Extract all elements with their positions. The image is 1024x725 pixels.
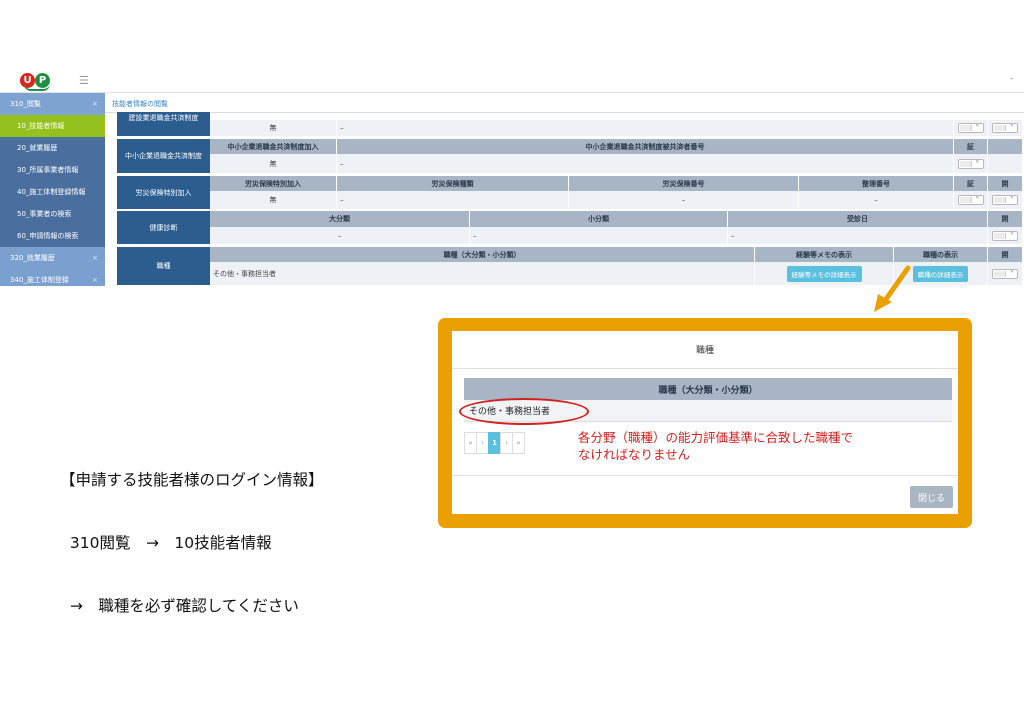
row-label: 労災保険特別加入 — [117, 176, 210, 209]
modal-title: 職種 — [452, 331, 958, 369]
column-header: 中小企業退職金共済制度被共済者番号 — [337, 139, 954, 154]
column-header: 職種の表示 — [894, 247, 988, 262]
toggle-cell — [954, 154, 988, 173]
column-header: 開 — [988, 176, 1023, 191]
toggle-switch[interactable] — [957, 158, 984, 169]
warning-note: 各分野（職種）の能力評価基準に合致した職種で なければなりません — [578, 430, 854, 462]
sidebar-group-label: 310_閲覧 — [10, 100, 41, 108]
logo-swoosh — [24, 84, 50, 91]
collapse-icon[interactable]: × — [92, 269, 98, 286]
occupation-value: その他・事務担当者 — [210, 262, 755, 285]
column-header: 中小企業退職金共済制度加入 — [210, 139, 337, 154]
cell-value: – — [799, 191, 954, 209]
sidebar-group-310[interactable]: 310_閲覧 × — [0, 93, 105, 115]
instruction-line-1: 【申請する技能者様のログイン情報】 — [60, 471, 324, 489]
column-header — [988, 139, 1023, 154]
close-button[interactable]: 閉じる — [910, 486, 953, 508]
sidebar-group-label: 320_就業履歴 — [10, 254, 55, 262]
cell-value: 無 — [210, 191, 337, 209]
sidebar-group-320[interactable]: 320_就業履歴 × — [0, 247, 105, 269]
modal-column-header: 職種（大分類・小分類） — [464, 378, 952, 400]
occupation-modal: 職種 職種（大分類・小分類） その他・事務担当者 « ‹ 1 › » 各分野（職… — [452, 331, 958, 514]
row-retirement-construction: 建設業退職金共済制度 無 – — [117, 112, 1023, 136]
sidebar-item-30[interactable]: 30_所属事業者情報 — [0, 159, 105, 181]
pager-last[interactable]: » — [512, 432, 525, 454]
cell-value: – — [569, 191, 799, 209]
toggle-switch[interactable] — [957, 195, 984, 205]
toggle-cell — [954, 120, 988, 136]
column-header: 証 — [954, 139, 988, 154]
cell-value: – — [337, 154, 954, 173]
row-label: 中小企業退職金共済制度 — [117, 139, 210, 173]
cell-value: – — [470, 227, 728, 244]
instruction-line-3: → 職種を必ず確認してください — [60, 597, 299, 615]
column-header: 労災保険種類 — [337, 176, 569, 191]
header-caret[interactable]: - — [1010, 74, 1013, 83]
row-workers-comp: 労災保険特別加入 労災保険特別加入 労災保険種類 労災保険番号 整理番号 証 開… — [117, 176, 1023, 209]
toggle-cell — [988, 262, 1023, 285]
empty-cell — [988, 154, 1023, 173]
cell-value: 無 — [210, 120, 337, 136]
toggle-switch[interactable] — [992, 268, 1018, 279]
toggle-cell — [988, 191, 1023, 209]
column-header: 職種（大分類・小分類） — [210, 247, 755, 262]
column-header: 整理番号 — [799, 176, 954, 191]
cell-value: – — [210, 227, 470, 244]
toggle-cell — [954, 191, 988, 209]
instruction-note: 【申請する技能者様のログイン情報】 310閲覧 → 10技能者情報 → 職種を必… — [60, 428, 324, 638]
column-header: 経験等メモの表示 — [755, 247, 894, 262]
sidebar-group-340[interactable]: 340_施工体制登録 × — [0, 269, 105, 286]
memo-detail-button[interactable]: 経験等メモの詳細表示 — [786, 265, 862, 282]
column-header: 受診日 — [728, 211, 988, 227]
toggle-switch[interactable] — [992, 123, 1018, 133]
toggle-switch[interactable] — [992, 230, 1018, 241]
cell-value: – — [337, 191, 569, 209]
toggle-switch[interactable] — [992, 195, 1018, 205]
sidebar-item-20[interactable]: 20_就業履歴 — [0, 137, 105, 159]
cell-value: – — [728, 227, 988, 244]
toggle-cell — [988, 227, 1023, 244]
column-header: 証 — [954, 176, 988, 191]
pagination: « ‹ 1 › » — [464, 432, 525, 454]
sidebar-item-50[interactable]: 50_事業者の検索 — [0, 203, 105, 225]
hamburger-icon[interactable]: ☰ — [79, 74, 89, 87]
sidebar-group-label: 340_施工体制登録 — [10, 276, 69, 284]
column-header: 労災保険特別加入 — [210, 176, 337, 191]
sidebar-item-40[interactable]: 40_施工体制登録情報 — [0, 181, 105, 203]
column-header: 開 — [988, 211, 1023, 227]
column-header: 大分類 — [210, 211, 470, 227]
column-header: 開 — [988, 247, 1023, 262]
app-logo[interactable]: U P — [20, 73, 54, 91]
column-header: 小分類 — [470, 211, 728, 227]
modal-footer-divider — [452, 475, 958, 476]
pointer-arrow-icon — [874, 265, 911, 312]
collapse-icon[interactable]: × — [92, 93, 98, 115]
row-label: 建設業退職金共済制度 — [117, 112, 210, 136]
toggle-cell — [988, 120, 1023, 136]
sidebar: 310_閲覧 × 10_技能者情報 20_就業履歴 30_所属事業者情報 40_… — [0, 93, 105, 286]
toggle-switch[interactable] — [957, 123, 984, 133]
cell-value: 無 — [210, 154, 337, 173]
job-detail-button[interactable]: 職種の詳細表示 — [912, 265, 969, 282]
app-header: U P ☰ - — [0, 70, 1024, 93]
row-health-check: 健康診断 大分類 小分類 受診日 開 – – – — [117, 211, 1023, 244]
sidebar-item-10[interactable]: 10_技能者情報 — [0, 115, 105, 137]
collapse-icon[interactable]: × — [92, 247, 98, 269]
row-label: 健康診断 — [117, 211, 210, 244]
row-label: 職種 — [117, 247, 210, 285]
highlight-ellipse — [459, 398, 589, 425]
instruction-line-2: 310閲覧 → 10技能者情報 — [60, 534, 272, 552]
sidebar-item-60[interactable]: 60_申請情報の検索 — [0, 225, 105, 247]
cell-value: – — [337, 120, 954, 136]
column-header: 労災保険番号 — [569, 176, 799, 191]
breadcrumb: 技能者情報の閲覧 — [112, 100, 168, 108]
row-sme-retirement: 中小企業退職金共済制度 中小企業退職金共済制度加入 中小企業退職金共済制度被共済… — [117, 139, 1023, 173]
